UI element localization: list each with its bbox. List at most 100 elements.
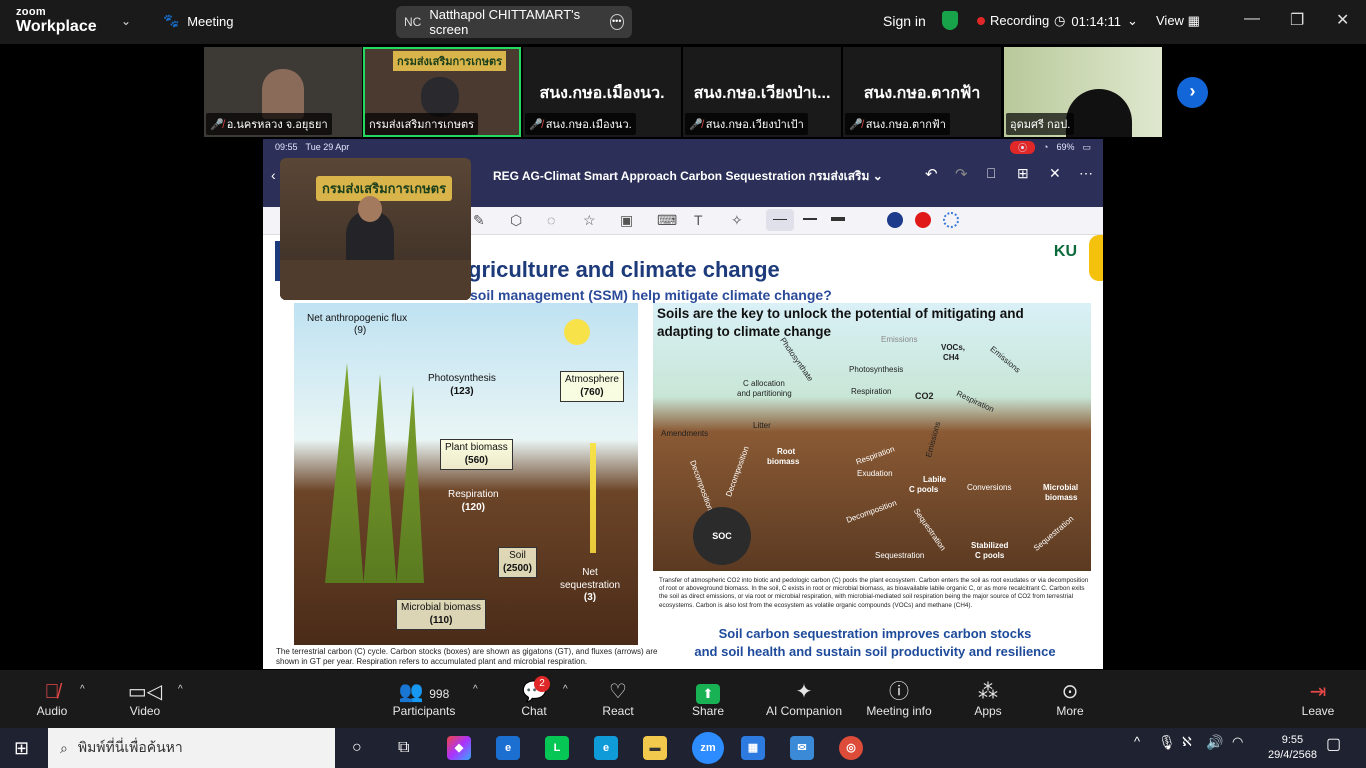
medium-stroke-icon[interactable] xyxy=(803,218,817,220)
meeting-button[interactable]: 🐾 Meeting xyxy=(163,13,233,29)
sticker-icon[interactable]: ☆ xyxy=(583,212,596,229)
calendar-icon[interactable]: ▦ xyxy=(741,736,765,760)
add-color-icon[interactable] xyxy=(943,212,959,228)
leave-button[interactable]: ⇥ Leave xyxy=(1298,680,1338,718)
file-explorer-icon[interactable]: ▬ xyxy=(643,736,667,760)
close-document-icon[interactable]: ✕ xyxy=(1049,165,1061,182)
pip-banner: กรมส่งเสริมการเกษตร xyxy=(316,176,453,201)
video-button[interactable]: ▭◁ Video xyxy=(120,680,170,718)
undo-icon[interactable]: ↶ xyxy=(925,165,938,183)
keyboard-icon[interactable]: ⌨ xyxy=(657,212,677,229)
participant-tile[interactable]: กรมส่งเสริมการเกษตร กรมส่งเสริมการเกษตร xyxy=(363,47,521,137)
add-page-icon[interactable]: ⊞ xyxy=(1017,165,1029,182)
more-button[interactable]: ⊙ More xyxy=(1050,680,1090,718)
participant-tile[interactable]: 🎤̸ อ.นครหลวง จ.อยุธยา xyxy=(204,47,362,137)
chat-button[interactable]: 💬 2 Chat xyxy=(514,676,554,718)
participants-button[interactable]: 👥 998 Participants xyxy=(390,680,458,718)
image-icon[interactable]: ▣ xyxy=(620,212,633,229)
next-page-button[interactable]: › xyxy=(1177,77,1208,108)
video-label: Video xyxy=(129,704,161,718)
meeting-timer[interactable]: ◷ 01:14:11 ⌄ xyxy=(1054,13,1138,29)
taskbar-search[interactable]: ⌕ พิมพ์ที่นี่เพื่อค้นหา xyxy=(48,728,335,768)
atmosphere-box: Atmosphere (760) xyxy=(560,371,624,402)
participant-tile[interactable]: อุดมศรี กอป. xyxy=(1004,47,1162,137)
video-gallery: 🎤̸ อ.นครหลวง จ.อยุธยา กรมส่งเสริมการเกษตร… xyxy=(0,46,1366,138)
taskbar-clock[interactable]: 9:55 29/4/2568 xyxy=(1268,733,1317,763)
text-box-icon[interactable]: T xyxy=(694,212,703,228)
microbial-biomass-text: Microbial biomass xyxy=(401,602,482,613)
audio-button[interactable]: 🎙̸ Audio xyxy=(30,680,74,718)
color-navy-swatch[interactable] xyxy=(887,212,903,228)
participant-label: กรมส่งเสริมการเกษตร xyxy=(365,113,479,135)
speaker-icon[interactable]: 🔊 xyxy=(1206,734,1223,751)
info-icon: ⓘ xyxy=(889,681,909,703)
edge-icon[interactable]: e xyxy=(496,736,520,760)
participant-name: อุดมศรี กอป. xyxy=(1010,119,1071,131)
summary-line-2: and soil health and sustain soil product… xyxy=(694,643,1056,659)
participant-tile[interactable]: สนง.กษอ.เมืองนว. 🎤̸ สนง.กษอ.เมืองนว. xyxy=(523,47,681,137)
shape-icon[interactable]: ⬡ xyxy=(510,212,522,229)
minimize-icon[interactable]: — xyxy=(1244,10,1260,28)
net-text-2: sequestration xyxy=(560,579,621,591)
doc-title-text: REG AG-Climat Smart Approach Carbon Sequ… xyxy=(493,169,870,183)
ai-companion-label: AI Companion xyxy=(765,704,843,718)
meeting-info-button[interactable]: ⓘ Meeting info xyxy=(862,680,936,718)
pen-icon[interactable]: ✎ xyxy=(473,212,485,229)
ai-companion-button[interactable]: ✦ AI Companion xyxy=(762,680,846,718)
shield-icon[interactable] xyxy=(942,11,958,30)
speaker-video-pip[interactable]: กรมส่งเสริมการเกษตร xyxy=(280,158,471,300)
view-button[interactable]: View ▦ xyxy=(1156,13,1200,29)
sign-in-link[interactable]: Sign in xyxy=(883,13,926,29)
participant-video xyxy=(262,69,304,119)
outlook-icon[interactable]: ✉ xyxy=(790,736,814,760)
screen-share-pill[interactable]: NC Natthapol CHITTAMART's screen ••• xyxy=(396,6,632,38)
copilot-icon[interactable]: ◆ xyxy=(447,736,471,760)
audio-options-caret[interactable]: ^ xyxy=(80,684,85,695)
restore-icon[interactable]: ❐ xyxy=(1290,10,1304,30)
edge-dev-icon[interactable]: e xyxy=(594,736,618,760)
heart-icon: ♡ xyxy=(609,681,627,703)
mic-off-icon: 🎤̸ xyxy=(210,118,224,131)
more-icon[interactable]: ••• xyxy=(609,14,624,30)
wifi-tray-icon[interactable]: ◠ xyxy=(1232,734,1243,750)
recording-indicator[interactable]: Recording xyxy=(977,13,1049,28)
participants-options-caret[interactable]: ^ xyxy=(473,684,478,695)
react-button[interactable]: ♡ React xyxy=(598,680,638,718)
chrome-icon[interactable]: ◎ xyxy=(839,736,863,760)
chat-label: Chat xyxy=(521,704,547,718)
chevron-down-icon[interactable]: ⌄ xyxy=(121,14,131,28)
zoom-app-icon[interactable]: zm xyxy=(692,732,724,764)
apps-button[interactable]: ⁂ Apps xyxy=(968,680,1008,718)
diagram-label: Decomposition xyxy=(688,459,715,512)
share-button[interactable]: ⬆ Share xyxy=(688,680,728,718)
chat-options-caret[interactable]: ^ xyxy=(563,684,568,695)
windows-start-icon[interactable]: ⊞ xyxy=(14,738,29,759)
back-icon[interactable]: ‹ xyxy=(271,167,276,183)
participant-tile[interactable]: สนง.กษอ.เวียงป่าเ... 🎤̸ สนง.กษอ.เวียงป่าเ… xyxy=(683,47,841,137)
tray-chevron-icon[interactable]: ^ xyxy=(1134,734,1140,749)
redo-icon[interactable]: ↷ xyxy=(955,165,968,183)
cortana-icon[interactable]: ○ xyxy=(352,739,362,757)
react-label: React xyxy=(602,704,634,718)
language-icon[interactable]: ℵ xyxy=(1182,734,1192,750)
lasso-icon[interactable]: ◌ xyxy=(547,212,555,228)
task-view-icon[interactable]: ⧉ xyxy=(398,739,409,757)
notification-icon[interactable]: ▢ xyxy=(1326,734,1341,754)
ku-logo: KU xyxy=(1053,243,1077,260)
more-options-icon[interactable]: ⋯ xyxy=(1079,165,1093,182)
laser-icon[interactable]: ✧ xyxy=(731,212,743,229)
line-icon[interactable]: L xyxy=(545,736,569,760)
bookmark-icon[interactable]: ⎕ xyxy=(987,165,995,182)
close-icon[interactable]: ✕ xyxy=(1336,10,1349,30)
color-red-swatch[interactable] xyxy=(915,212,931,228)
video-options-caret[interactable]: ^ xyxy=(178,684,183,695)
participant-tile[interactable]: สนง.กษอ.ตากฟ้า 🎤̸ สนง.กษอ.ตากฟ้า xyxy=(843,47,1001,137)
thin-stroke-button[interactable] xyxy=(766,209,794,231)
participant-label: 🎤̸ อ.นครหลวง จ.อยุธยา xyxy=(206,113,332,135)
thick-stroke-icon[interactable] xyxy=(831,217,845,221)
diagram-label: Decomposition xyxy=(845,498,898,525)
microphone-icon[interactable]: 🎙 xyxy=(1158,734,1176,751)
soil-box: Soil (2500) xyxy=(498,547,537,578)
document-title[interactable]: REG AG-Climat Smart Approach Carbon Sequ… xyxy=(493,167,883,186)
paw-icon: 🐾 xyxy=(163,13,180,28)
